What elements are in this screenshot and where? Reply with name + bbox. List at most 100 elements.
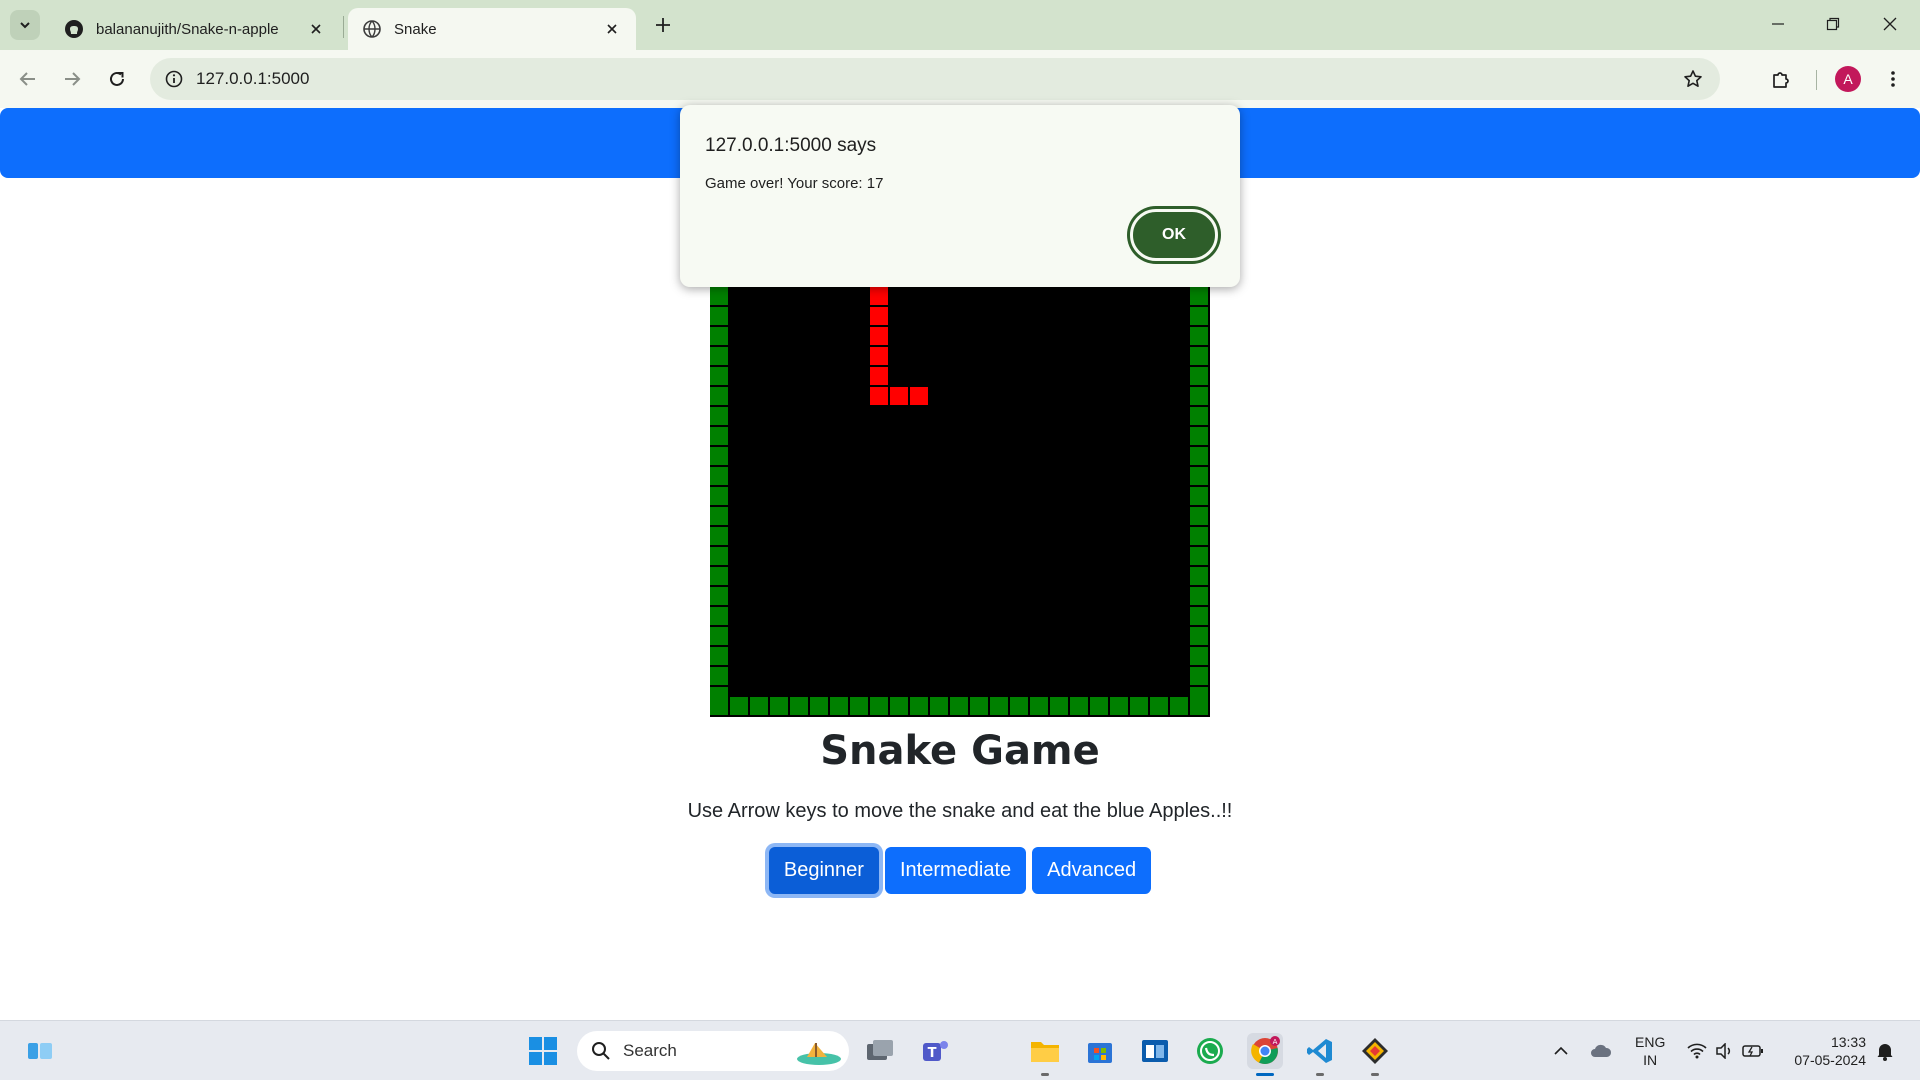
beginner-button[interactable]: Beginner <box>768 847 879 894</box>
vscode-button[interactable] <box>1302 1033 1338 1076</box>
widgets-icon <box>28 1043 52 1059</box>
forward-button[interactable] <box>57 64 87 94</box>
diamond-app-icon <box>1362 1038 1388 1064</box>
back-button[interactable] <box>13 64 43 94</box>
address-bar[interactable]: 127.0.0.1:5000 <box>150 58 1720 100</box>
running-indicator <box>1371 1073 1379 1076</box>
restore-icon <box>1826 17 1840 31</box>
globe-icon <box>362 19 382 39</box>
close-window-button[interactable] <box>1870 8 1910 40</box>
close-tab-icon[interactable] <box>602 19 622 39</box>
tab-snake[interactable]: Snake <box>348 8 636 50</box>
clock-time: 13:33 <box>1830 1034 1866 1050</box>
chrome-icon: A <box>1251 1036 1280 1064</box>
active-indicator <box>1256 1073 1274 1076</box>
language-indicator[interactable]: ENG IN <box>1635 1033 1665 1069</box>
snake-segment <box>870 387 888 405</box>
notification-bell-icon[interactable] <box>1874 1040 1896 1062</box>
plus-icon <box>656 18 670 32</box>
browser-toolbar: 127.0.0.1:5000 A <box>0 50 1920 108</box>
snake-segment <box>870 367 888 385</box>
tab-title: balananujith/Snake-n-apple <box>96 20 279 38</box>
chrome-button[interactable]: A <box>1247 1033 1283 1076</box>
level-selector: Beginner Intermediate Advanced <box>0 847 1920 894</box>
site-info-icon[interactable] <box>164 69 184 89</box>
tab-search-button[interactable] <box>10 10 40 40</box>
restore-button[interactable] <box>1813 8 1853 40</box>
dialog-title: 127.0.0.1:5000 says <box>705 135 877 156</box>
minimize-icon <box>1772 23 1784 25</box>
arrow-left-icon <box>19 72 35 86</box>
battery-icon[interactable] <box>1742 1040 1764 1062</box>
game-instructions: Use Arrow keys to move the snake and eat… <box>687 800 1233 822</box>
language-code: ENG <box>1635 1034 1666 1050</box>
app-button-2[interactable] <box>1357 1033 1393 1076</box>
chevron-up-icon <box>1554 1046 1568 1055</box>
store-icon <box>1088 1043 1112 1063</box>
ok-button[interactable]: OK <box>1130 209 1218 261</box>
store-button[interactable] <box>1082 1033 1118 1069</box>
windows-logo-icon <box>529 1037 557 1065</box>
left-wall <box>710 287 730 697</box>
vscode-icon <box>1307 1039 1332 1063</box>
alert-dialog: 127.0.0.1:5000 says Game over! Your scor… <box>680 105 1240 287</box>
minimize-button[interactable] <box>1758 8 1798 40</box>
wifi-icon[interactable] <box>1686 1040 1708 1062</box>
show-hidden-icons-button[interactable] <box>1550 1040 1572 1062</box>
folder-icon <box>1031 1042 1059 1062</box>
search-icon <box>592 1042 610 1060</box>
task-view-icon <box>867 1040 893 1060</box>
snake-segment <box>870 307 888 325</box>
new-tab-button[interactable] <box>650 12 676 38</box>
right-wall <box>1190 287 1210 697</box>
running-indicator <box>1316 1073 1324 1076</box>
puzzle-icon <box>1773 72 1789 88</box>
close-tab-icon[interactable] <box>306 19 326 39</box>
region-code: IN <box>1643 1052 1658 1068</box>
browser-menu-button[interactable] <box>1878 64 1908 94</box>
snake-segment <box>890 387 908 405</box>
windows-taskbar: Search T A ENG IN 13:33 07-05-2024 <box>0 1020 1920 1080</box>
snake-segment <box>870 327 888 345</box>
reload-button[interactable] <box>102 64 132 94</box>
widgets-button[interactable] <box>22 1033 58 1069</box>
game-canvas[interactable] <box>710 287 1210 717</box>
app-button[interactable] <box>1137 1033 1173 1069</box>
bookmark-star-icon[interactable] <box>1682 68 1704 90</box>
toolbar-separator <box>1816 70 1817 90</box>
close-icon <box>1883 17 1897 31</box>
snake-segment <box>910 387 928 405</box>
intermediate-button[interactable]: Intermediate <box>884 847 1027 894</box>
taskbar-clock[interactable]: 13:33 07-05-2024 <box>1780 1033 1866 1069</box>
extensions-button[interactable] <box>1766 64 1796 94</box>
running-indicator <box>1041 1073 1049 1076</box>
clock-date: 07-05-2024 <box>1794 1052 1866 1068</box>
search-highlight-icon <box>797 1043 841 1065</box>
teams-button[interactable]: T <box>917 1033 953 1069</box>
file-explorer-button[interactable] <box>1027 1033 1063 1076</box>
app-window-icon <box>1142 1040 1168 1062</box>
kebab-menu-icon <box>1891 71 1895 87</box>
url-text[interactable]: 127.0.0.1:5000 <box>196 69 309 89</box>
reload-icon <box>110 71 124 86</box>
tab-title: Snake <box>394 20 437 38</box>
tab-separator <box>343 16 344 38</box>
onedrive-icon[interactable] <box>1590 1040 1612 1062</box>
github-icon <box>64 19 84 39</box>
advanced-button[interactable]: Advanced <box>1032 847 1152 894</box>
dialog-message: Game over! Your score: 17 <box>705 175 884 192</box>
whatsapp-icon <box>1197 1038 1223 1064</box>
game-title: Snake Game <box>820 728 1100 774</box>
svg-text:A: A <box>1273 1038 1278 1046</box>
task-view-button[interactable] <box>862 1033 898 1069</box>
tab-github[interactable]: balananujith/Snake-n-apple <box>50 8 340 50</box>
start-button[interactable] <box>525 1033 561 1069</box>
search-label: Search <box>623 1041 677 1060</box>
whatsapp-button[interactable] <box>1192 1033 1228 1069</box>
profile-avatar[interactable]: A <box>1835 66 1861 92</box>
arrow-right-icon <box>65 72 81 86</box>
chevron-down-icon <box>20 22 30 29</box>
svg-text:T: T <box>928 1046 937 1061</box>
volume-icon[interactable] <box>1714 1040 1736 1062</box>
taskbar-search[interactable]: Search <box>577 1031 849 1071</box>
